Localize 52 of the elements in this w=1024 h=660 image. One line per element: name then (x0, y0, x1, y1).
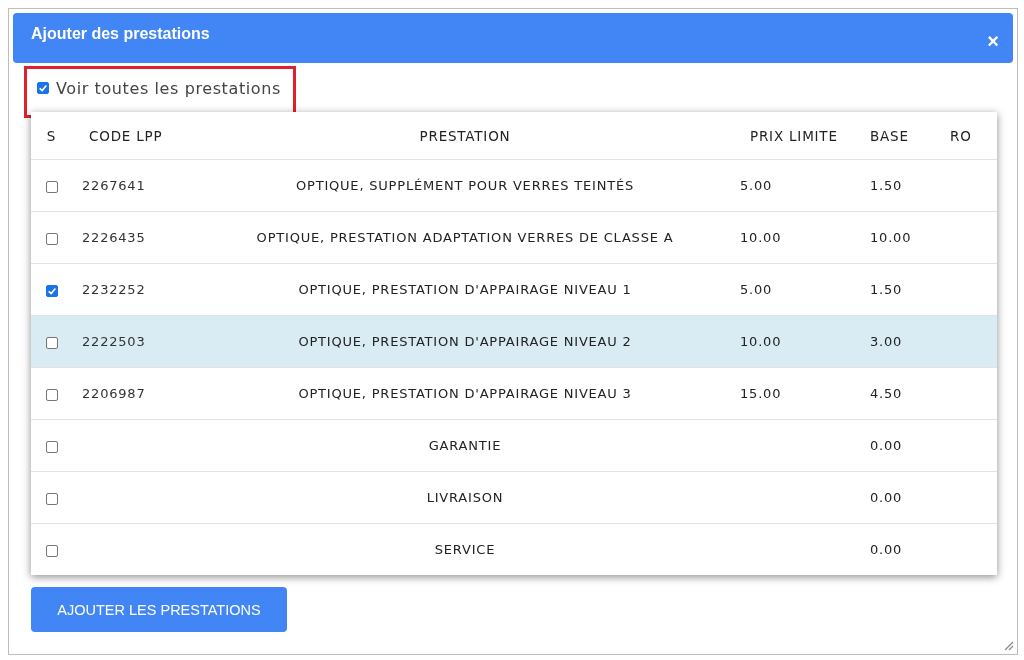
prestation-cell: OPTIQUE, PRESTATION ADAPTATION VERRES DE CLASSE A (256, 230, 674, 245)
add-services-button[interactable]: AJOUTER LES PRESTATIONS (31, 587, 287, 632)
price-cell: 5.00 (740, 178, 773, 193)
code-cell: 2267641 (82, 178, 146, 193)
base-cell: 0.00 (870, 490, 903, 505)
table-row[interactable]: LIVRAISON 0.00 (31, 471, 997, 524)
prestation-cell: OPTIQUE, PRESTATION D'APPAIRAGE NIVEAU 3 (298, 386, 632, 401)
checkbox[interactable] (45, 388, 58, 401)
checkbox-label: Voir toutes les prestations (56, 78, 281, 98)
checkbox[interactable] (45, 284, 58, 297)
price-cell: 10.00 (740, 334, 782, 349)
table-row[interactable]: 2267641 OPTIQUE, SUPPLÉMENT POUR VERRES TEINTÉS 5.00 1.50 (31, 159, 997, 212)
dialog-title: Ajouter des prestations (31, 25, 210, 43)
price-cell: 15.00 (740, 386, 782, 401)
column-header: PRIX LIMITE (730, 112, 860, 160)
base-cell: 0.00 (870, 542, 903, 557)
checkbox[interactable] (45, 180, 58, 193)
base-cell: 3.00 (870, 334, 903, 349)
checkbox[interactable] (45, 336, 58, 349)
prestation-cell: LIVRAISON (426, 490, 504, 505)
table-row[interactable]: SERVICE 0.00 (31, 523, 997, 575)
column-header: BASE (860, 112, 940, 160)
prestation-cell: OPTIQUE, SUPPLÉMENT POUR VERRES TEINTÉS (295, 178, 634, 193)
base-cell: 0.00 (870, 438, 903, 453)
checkbox[interactable] (45, 544, 58, 557)
price-cell: 5.00 (740, 282, 773, 297)
prestation-cell: OPTIQUE, PRESTATION D'APPAIRAGE NIVEAU 2 (298, 334, 632, 349)
column-header: S (31, 112, 70, 160)
code-cell: 2232252 (82, 282, 146, 297)
table-row[interactable]: GARANTIE 0.00 (31, 419, 997, 472)
column-header: RO (940, 112, 997, 160)
checkbox[interactable] (45, 492, 58, 505)
price-cell: 10.00 (740, 230, 782, 245)
prestation-cell: OPTIQUE, PRESTATION D'APPAIRAGE NIVEAU 1 (298, 282, 632, 297)
column-header: CODE LPP (70, 112, 200, 160)
checkbox[interactable] (45, 440, 58, 453)
checkbox[interactable] (45, 232, 58, 245)
prestation-cell: SERVICE (434, 542, 496, 557)
base-cell: 10.00 (870, 230, 912, 245)
base-cell: 1.50 (870, 282, 903, 297)
close-button[interactable]: × (987, 29, 999, 53)
checkbox[interactable] (37, 82, 49, 94)
code-cell: 2206987 (82, 386, 146, 401)
table-row[interactable]: 2206987 OPTIQUE, PRESTATION D'APPAIRAGE NIVEAU 3 15.00 4.50 (31, 367, 997, 420)
base-cell: 4.50 (870, 386, 903, 401)
code-cell: 2226435 (82, 230, 146, 245)
base-cell: 1.50 (870, 178, 903, 193)
code-cell: 2222503 (82, 334, 146, 349)
prestation-cell: GARANTIE (428, 438, 502, 453)
resize-grip-icon[interactable] (1002, 639, 1014, 651)
column-header: PRESTATION (200, 112, 730, 160)
table-row[interactable]: 2226435 OPTIQUE, PRESTATION ADAPTATION VERRES DE CLASSE A 10.00 10.00 (31, 211, 997, 264)
